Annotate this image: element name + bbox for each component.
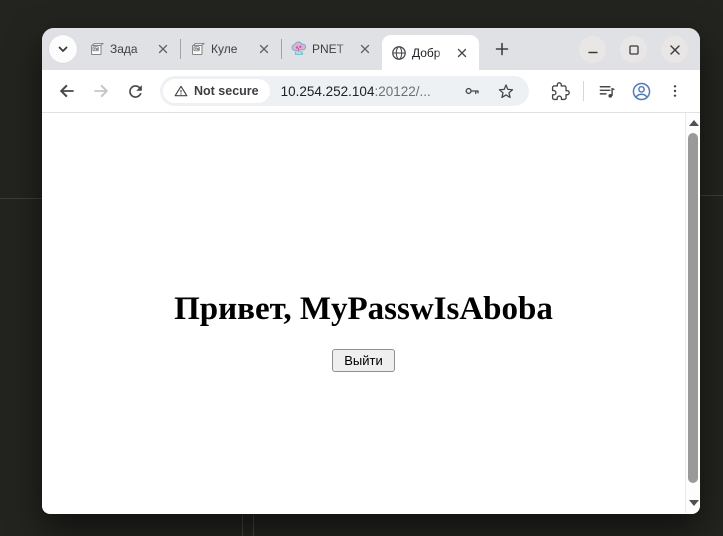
- close-icon: [669, 44, 681, 56]
- svg-text:PNET: PNET: [296, 51, 303, 55]
- url-text: 10.254.252.104:20122/...: [281, 84, 431, 99]
- tab-pnetlab[interactable]: PNET PNET: [282, 28, 382, 70]
- tab-strip: Yo Зада Yo Кул: [42, 28, 700, 70]
- media-controls-icon: [598, 82, 617, 101]
- page-content: Привет, MyPasswIsAboba Выйти: [42, 113, 685, 513]
- scrollbar-thumb[interactable]: [688, 133, 698, 483]
- password-key-icon[interactable]: [461, 80, 483, 102]
- page-heading: Привет, MyPasswIsAboba: [42, 291, 685, 328]
- tab-dobro-active[interactable]: Добр: [382, 35, 479, 70]
- background-window-edge: [0, 198, 42, 199]
- chevron-down-icon: [57, 43, 69, 55]
- svg-text:Yo: Yo: [94, 47, 98, 51]
- tab-close-icon[interactable]: [154, 41, 171, 58]
- minimize-icon: [587, 44, 599, 56]
- profile-button[interactable]: [624, 74, 658, 108]
- security-chip[interactable]: Not secure: [163, 79, 270, 103]
- url-host: 10.254.252.104: [281, 84, 375, 99]
- background-window-edge: [700, 195, 723, 196]
- address-bar[interactable]: Not secure 10.254.252.104:20122/...: [160, 76, 529, 106]
- menu-dots-icon: [667, 83, 683, 99]
- page-scrollbar[interactable]: [685, 113, 700, 513]
- tabs-container: Yo Зада Yo Кул: [80, 28, 479, 70]
- tab-title: Зада: [110, 42, 149, 56]
- browser-toolbar: Not secure 10.254.252.104:20122/...: [42, 70, 700, 113]
- security-chip-label: Not secure: [194, 84, 259, 98]
- reload-button[interactable]: [118, 74, 152, 108]
- tab-close-icon[interactable]: [255, 41, 272, 58]
- minimize-button[interactable]: [579, 36, 606, 63]
- back-button[interactable]: [50, 74, 84, 108]
- pnetlab-favicon: PNET: [291, 41, 307, 57]
- extensions-button[interactable]: [543, 74, 577, 108]
- warning-triangle-icon: [174, 84, 188, 98]
- reload-icon: [126, 82, 145, 101]
- window-controls: [579, 36, 688, 63]
- logout-button[interactable]: Выйти: [332, 349, 395, 372]
- background-artifact: [253, 514, 254, 536]
- plus-icon: [495, 42, 509, 56]
- tab-title: PNET: [312, 42, 351, 56]
- menu-button[interactable]: [658, 74, 692, 108]
- profile-avatar-icon: [631, 81, 652, 102]
- new-tab-button[interactable]: [489, 36, 515, 62]
- bookmark-star-icon[interactable]: [495, 80, 517, 102]
- tab-zadachi[interactable]: Yo Зада: [80, 28, 180, 70]
- tab-search-button[interactable]: [49, 35, 77, 63]
- globe-favicon: [391, 45, 407, 61]
- close-window-button[interactable]: [661, 36, 688, 63]
- media-controls-button[interactable]: [590, 74, 624, 108]
- scrollbar-up-arrow[interactable]: [689, 120, 699, 126]
- background-artifact: [242, 514, 243, 536]
- url-rest: :20122/...: [374, 84, 430, 99]
- maximize-icon: [628, 44, 640, 56]
- maximize-button[interactable]: [620, 36, 647, 63]
- tab-title: Куле: [211, 42, 250, 56]
- page-viewport: Привет, MyPasswIsAboba Выйти: [42, 113, 700, 513]
- browser-window: Yo Зада Yo Кул: [42, 28, 700, 514]
- tab-close-icon[interactable]: [356, 41, 373, 58]
- forward-button[interactable]: [84, 74, 118, 108]
- tab-kule[interactable]: Yo Куле: [181, 28, 281, 70]
- youtrack-box-favicon: Yo: [89, 41, 105, 57]
- svg-text:Yo: Yo: [195, 47, 199, 51]
- forward-arrow-icon: [91, 81, 111, 101]
- back-arrow-icon: [57, 81, 77, 101]
- youtrack-box-favicon: Yo: [190, 41, 206, 57]
- scrollbar-down-arrow[interactable]: [689, 500, 699, 506]
- toolbar-separator: [583, 81, 584, 101]
- tab-title: Добр: [412, 46, 448, 60]
- extensions-puzzle-icon: [551, 82, 570, 101]
- tab-close-icon[interactable]: [453, 44, 470, 61]
